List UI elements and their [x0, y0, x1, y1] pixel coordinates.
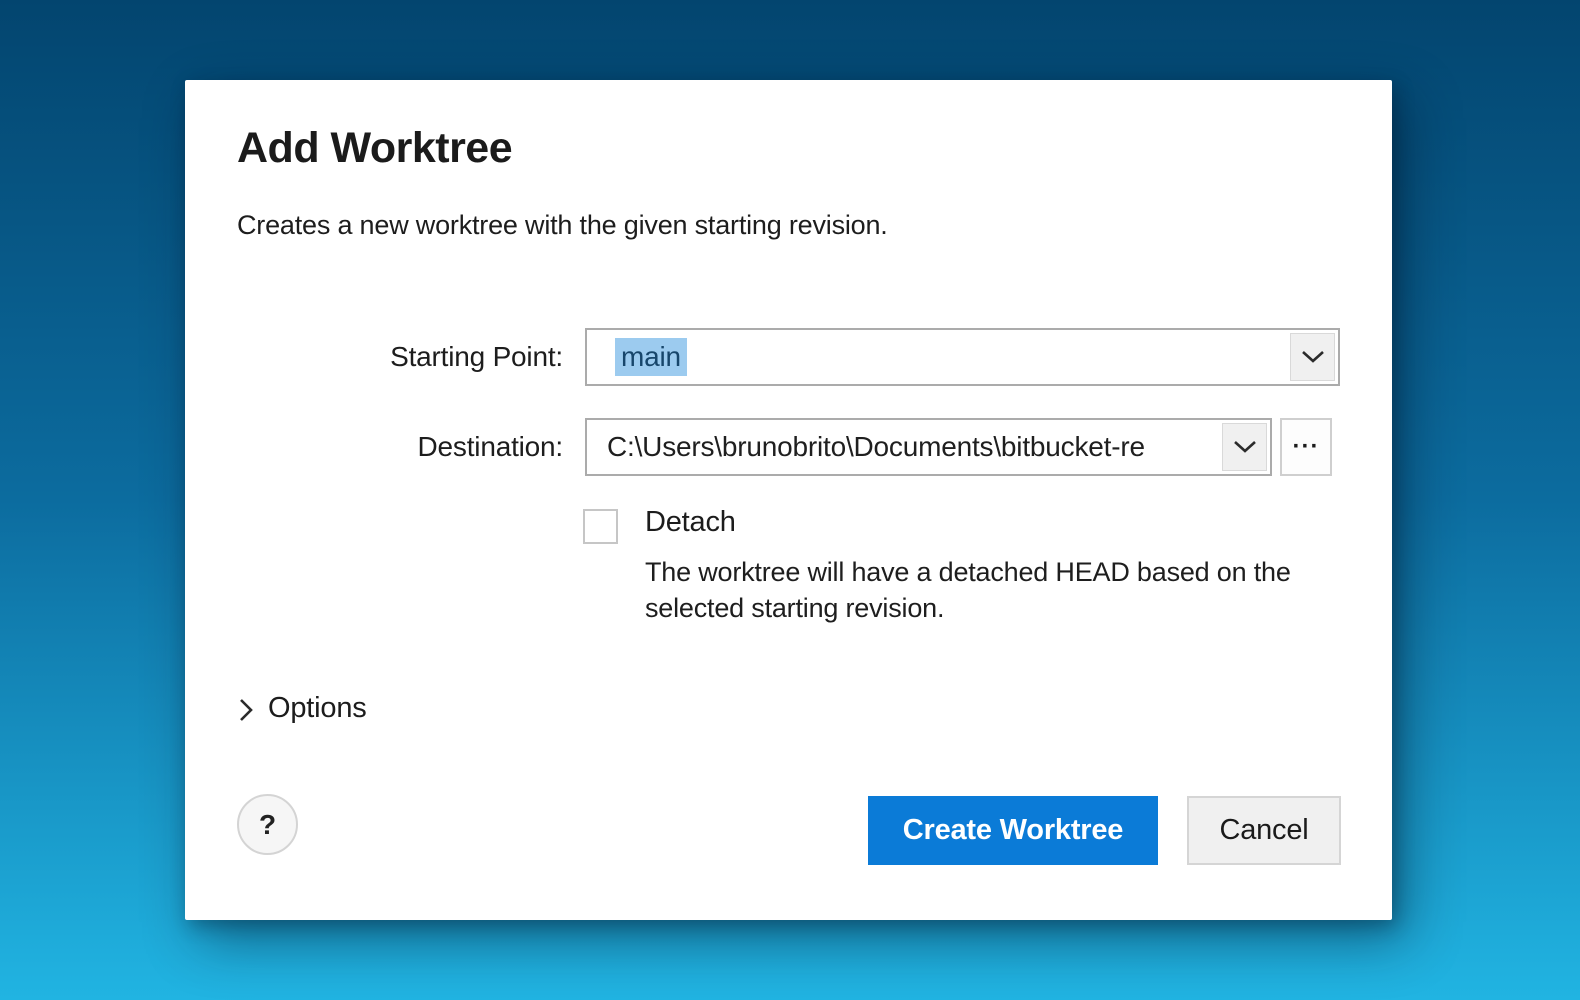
- detach-label[interactable]: Detach: [645, 506, 1291, 539]
- starting-point-value[interactable]: main: [615, 338, 687, 376]
- detach-description-line: selected starting revision.: [645, 590, 1291, 626]
- options-expander[interactable]: Options: [238, 692, 367, 725]
- dialog-subtitle: Creates a new worktree with the given st…: [237, 210, 888, 241]
- add-worktree-dialog: Add Worktree Creates a new worktree with…: [185, 80, 1392, 920]
- chevron-down-icon: [1233, 440, 1257, 454]
- detach-description-line: The worktree will have a detached HEAD b…: [645, 554, 1291, 590]
- dialog-title: Add Worktree: [237, 124, 512, 173]
- detach-checkbox[interactable]: [583, 509, 618, 544]
- chevron-down-icon: [1301, 350, 1325, 364]
- detach-row: Detach The worktree will have a detached…: [583, 506, 1291, 626]
- starting-point-combobox[interactable]: main: [585, 328, 1340, 386]
- destination-value[interactable]: C:\Users\brunobrito\Documents\bitbucket-…: [607, 431, 1145, 463]
- detach-description: The worktree will have a detached HEAD b…: [645, 554, 1291, 626]
- destination-label: Destination:: [185, 418, 563, 476]
- destination-dropdown-button[interactable]: [1222, 423, 1267, 471]
- cancel-button[interactable]: Cancel: [1187, 796, 1341, 865]
- destination-row: Destination: C:\Users\brunobrito\Documen…: [185, 418, 1392, 476]
- starting-point-dropdown-button[interactable]: [1290, 333, 1335, 381]
- starting-point-row: Starting Point: main: [185, 328, 1392, 386]
- browse-button[interactable]: ···: [1280, 418, 1332, 476]
- destination-combobox[interactable]: C:\Users\brunobrito\Documents\bitbucket-…: [585, 418, 1272, 476]
- options-label: Options: [268, 692, 367, 725]
- create-worktree-button[interactable]: Create Worktree: [868, 796, 1158, 865]
- chevron-right-icon: [238, 697, 254, 723]
- help-button[interactable]: ?: [237, 794, 298, 855]
- starting-point-label: Starting Point:: [185, 328, 563, 386]
